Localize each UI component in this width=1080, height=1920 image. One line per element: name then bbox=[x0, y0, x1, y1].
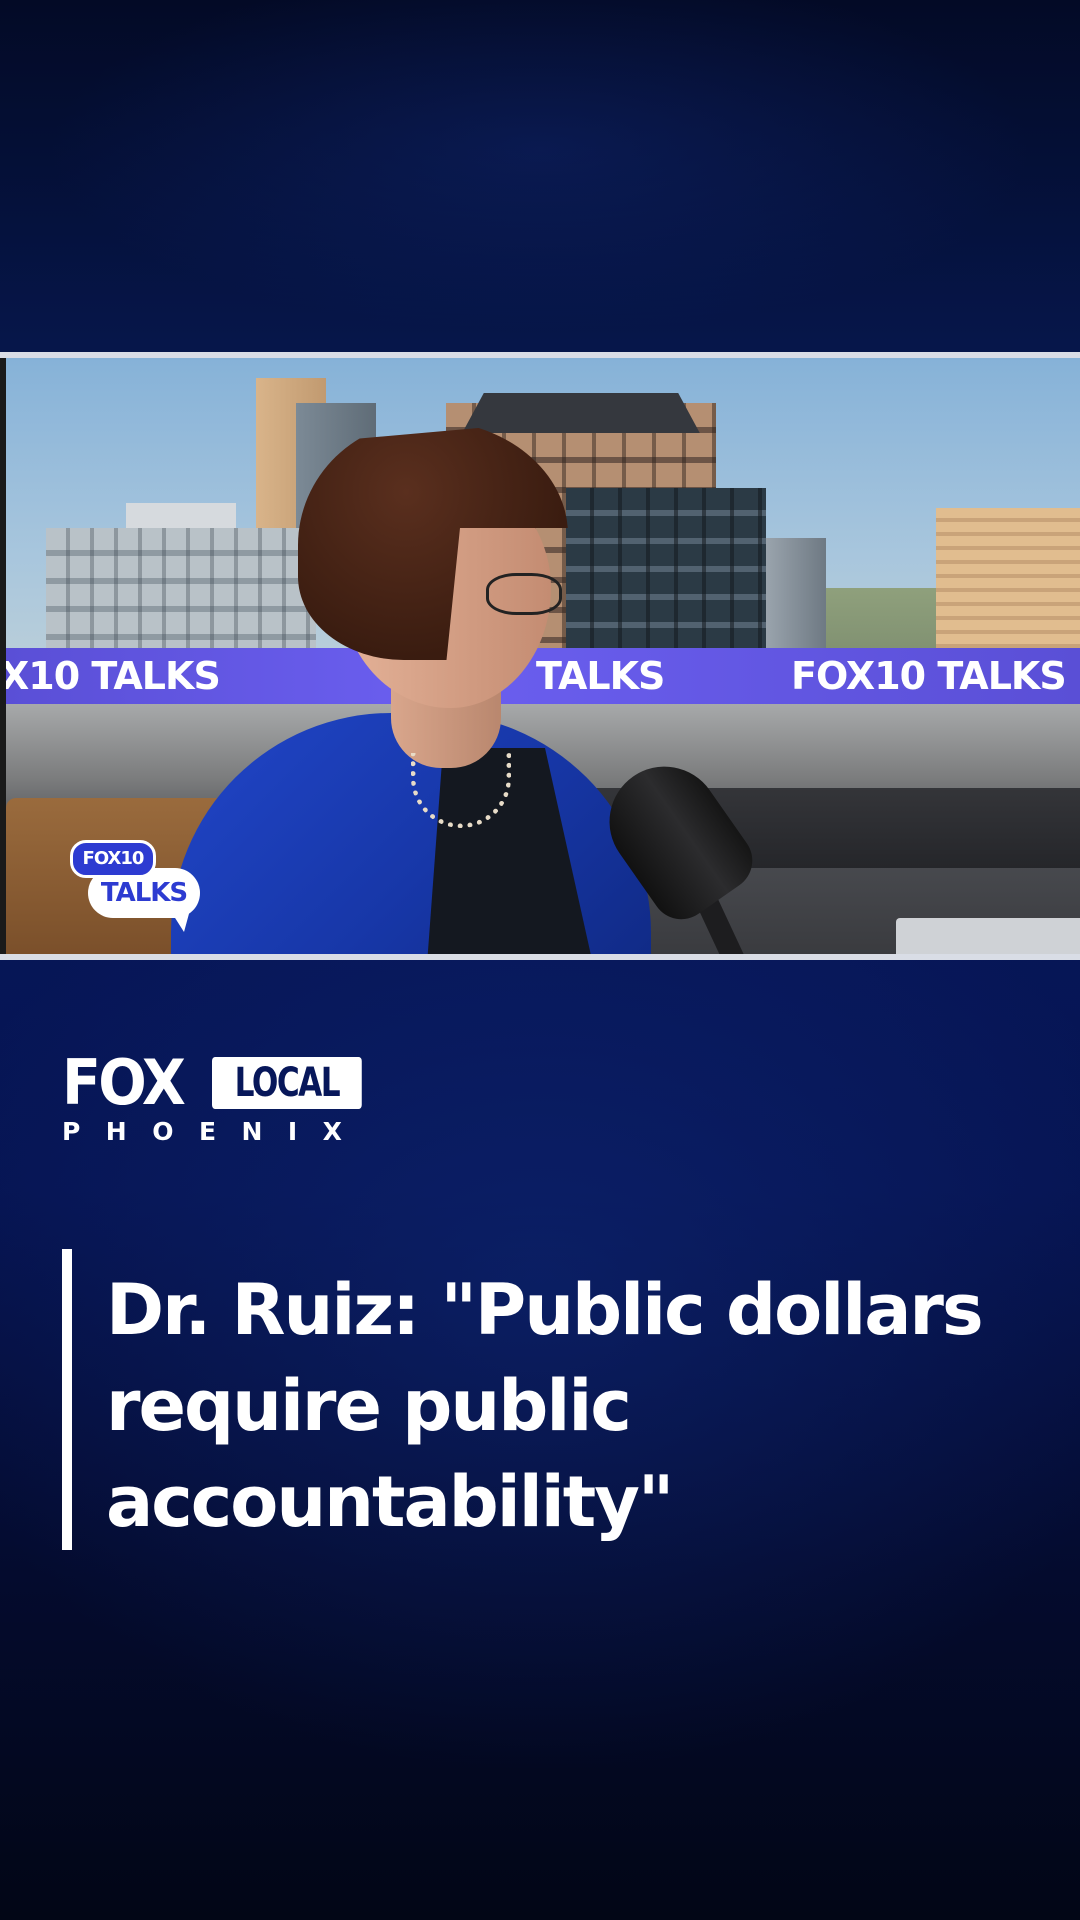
fox10-badge: FOX10 bbox=[70, 840, 156, 878]
video-player[interactable]: X10 TALKS TALKS FOX10 TALKS TALKS FOX10 bbox=[0, 352, 1080, 960]
brand-city-letter: X bbox=[322, 1117, 342, 1146]
studio-banner-text: TALKS bbox=[536, 654, 665, 698]
video-still: X10 TALKS TALKS FOX10 TALKS TALKS FOX10 bbox=[6, 358, 1080, 954]
studio-banner: X10 TALKS TALKS FOX10 TALKS bbox=[6, 648, 1080, 704]
speech-tail-icon bbox=[170, 910, 190, 932]
bank-tower-crown bbox=[462, 393, 700, 433]
fox10-talks-logo: TALKS FOX10 bbox=[66, 840, 206, 940]
story-page: X10 TALKS TALKS FOX10 TALKS TALKS FOX10 bbox=[0, 0, 1080, 1920]
headline: Dr. Ruiz: "Public dollars require public… bbox=[106, 1269, 984, 1543]
brand-city-letter: N bbox=[241, 1117, 263, 1146]
background-glow bbox=[0, 0, 1080, 360]
brand-city-letter: E bbox=[198, 1117, 217, 1146]
headline-accent-bar bbox=[62, 1249, 72, 1550]
brand-city-letter: O bbox=[152, 1117, 174, 1146]
laptop bbox=[896, 918, 1080, 954]
brand-city-letter: I bbox=[287, 1117, 298, 1146]
brand-city-letter: P bbox=[62, 1117, 81, 1146]
brand-city: P H O E N I X bbox=[62, 1118, 342, 1146]
brand-fox: FOX bbox=[62, 1046, 186, 1119]
fox-local-phoenix-logo: FOX LOCAL P H O E N I X bbox=[62, 1052, 362, 1148]
guest-glasses bbox=[486, 573, 562, 615]
brand-city-letter: H bbox=[105, 1117, 127, 1146]
brand-local: LOCAL bbox=[212, 1057, 362, 1109]
studio-banner-text: FOX10 TALKS bbox=[791, 654, 1067, 698]
studio-banner-text: X10 TALKS bbox=[6, 654, 221, 698]
